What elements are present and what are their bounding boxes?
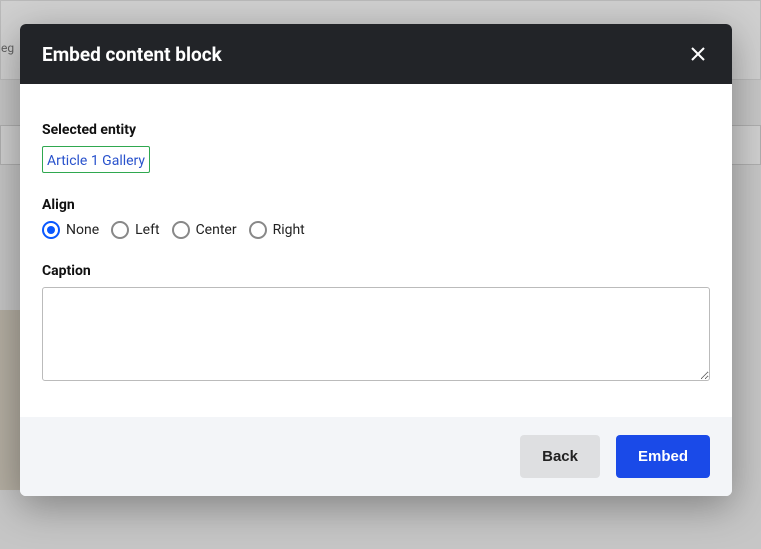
caption-label: Caption: [42, 263, 710, 279]
align-field: Align None Left Center Right: [42, 197, 710, 239]
selected-entity-label: Selected entity: [42, 122, 710, 138]
radio-icon: [172, 221, 190, 239]
modal-title: Embed content block: [42, 43, 222, 66]
modal-header: Embed content block: [20, 24, 732, 84]
align-option-right[interactable]: Right: [249, 221, 305, 239]
align-option-left[interactable]: Left: [111, 221, 159, 239]
embed-content-modal: Embed content block Selected entity Arti…: [20, 24, 732, 496]
align-option-label: Left: [135, 222, 159, 238]
selected-entity-link[interactable]: Article 1 Gallery: [47, 153, 145, 169]
close-icon: [691, 47, 705, 61]
align-option-center[interactable]: Center: [172, 221, 237, 239]
align-option-label: None: [66, 222, 99, 238]
align-option-label: Right: [273, 222, 305, 238]
modal-body: Selected entity Article 1 Gallery Align …: [20, 84, 732, 417]
close-button[interactable]: [686, 42, 710, 66]
selected-entity-box: Article 1 Gallery: [42, 146, 150, 173]
embed-button[interactable]: Embed: [616, 435, 710, 478]
modal-footer: Back Embed: [20, 417, 732, 496]
selected-entity-field: Selected entity Article 1 Gallery: [42, 122, 710, 173]
radio-icon: [42, 221, 60, 239]
caption-field: Caption: [42, 263, 710, 385]
align-option-none[interactable]: None: [42, 221, 99, 239]
caption-input[interactable]: [42, 287, 710, 381]
align-label: Align: [42, 197, 710, 213]
align-option-label: Center: [196, 222, 237, 238]
radio-icon: [111, 221, 129, 239]
align-radio-group: None Left Center Right: [42, 221, 710, 239]
back-button[interactable]: Back: [520, 435, 600, 478]
radio-icon: [249, 221, 267, 239]
